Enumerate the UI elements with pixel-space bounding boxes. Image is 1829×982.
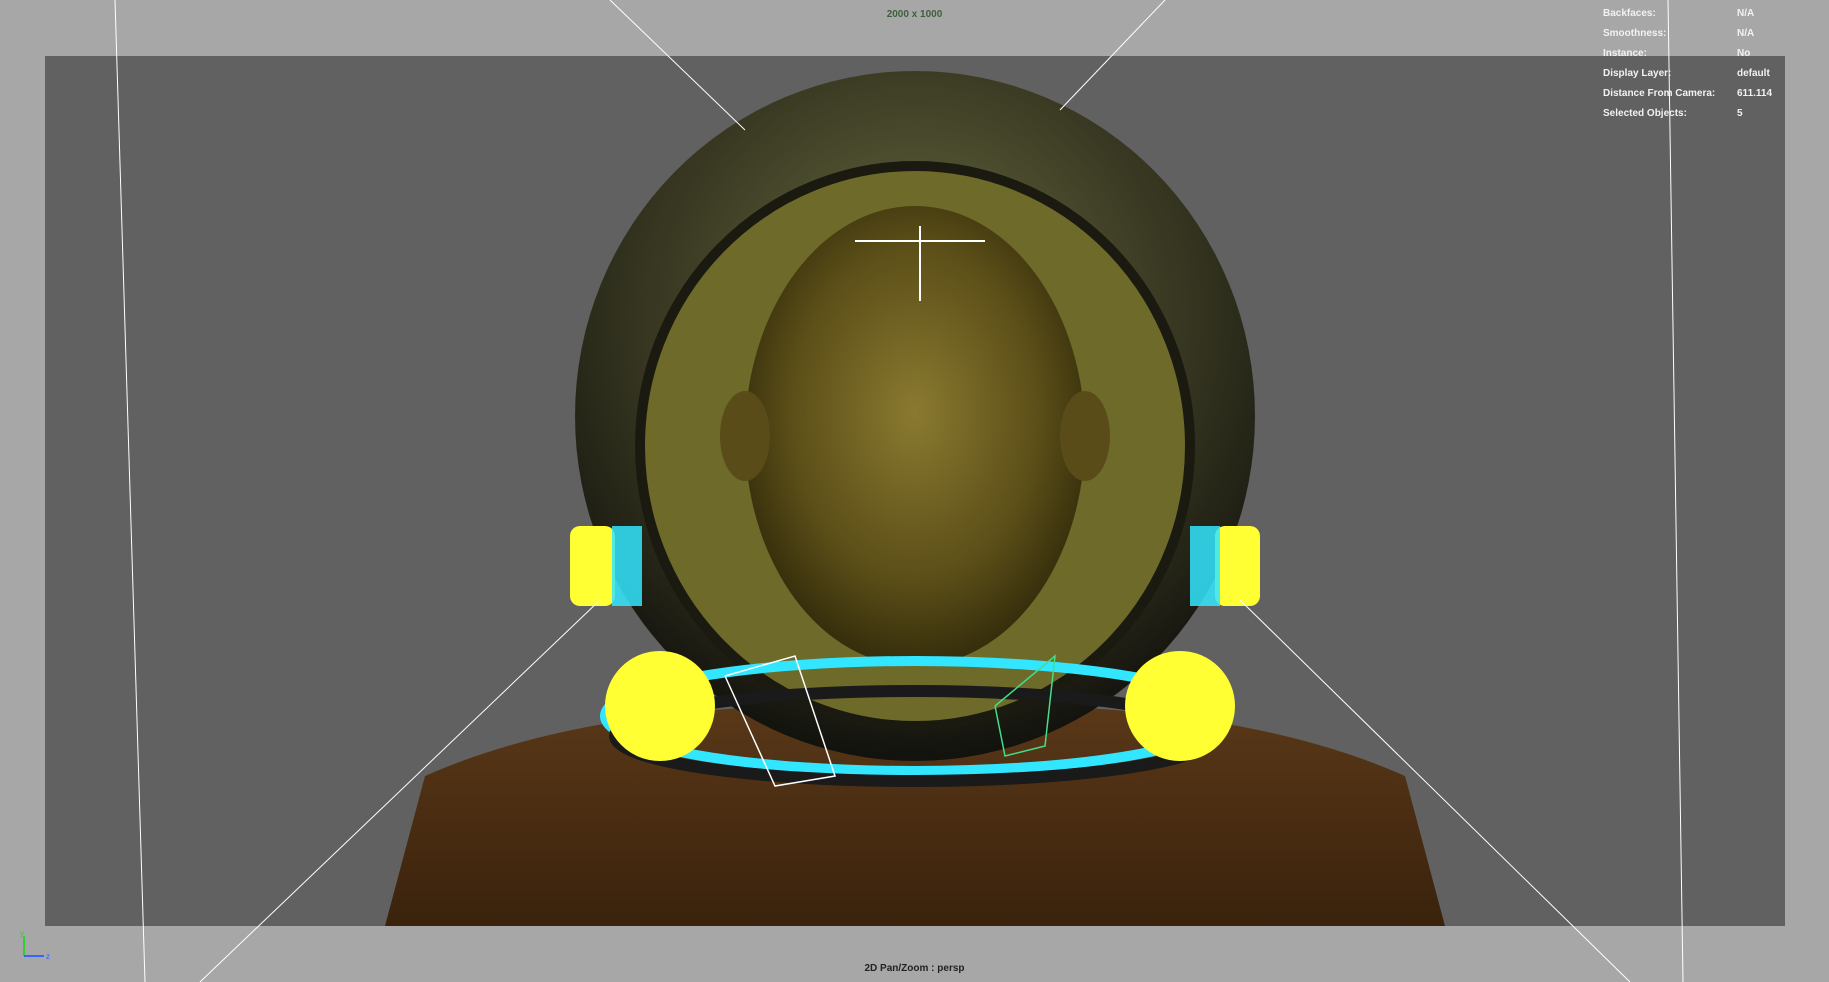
hud-key: Display Layer:: [1603, 67, 1672, 79]
hud-row-smoothness: Smoothness: N/A: [1603, 23, 1825, 43]
face: [745, 206, 1085, 666]
hud-value: default: [1737, 67, 1770, 79]
hud-row-backfaces: Backfaces: N/A: [1603, 3, 1825, 23]
pod-lower-right: [1125, 651, 1235, 761]
hud-value: No: [1737, 47, 1751, 59]
axis-gizmo-icon: y z: [20, 930, 50, 960]
hud-key: Selected Objects:: [1603, 107, 1687, 119]
axis-y-label: y: [20, 930, 24, 938]
hud-value: N/A: [1737, 27, 1755, 39]
hud-value: 5: [1737, 107, 1743, 119]
pod-upper-right: [1215, 526, 1260, 606]
hud-key: Instance:: [1603, 47, 1647, 59]
hud-row-selected-objects: Selected Objects: 5: [1603, 103, 1825, 123]
scene-render: [385, 71, 1445, 926]
hud-key: Smoothness:: [1603, 27, 1667, 39]
ear-right: [1060, 391, 1110, 481]
camera-label: 2D Pan/Zoom : persp: [864, 963, 965, 974]
axis-z-label: z: [46, 952, 50, 960]
cyan-strip-left: [612, 526, 642, 606]
cyan-strip-right: [1190, 526, 1220, 606]
resolution-gate: [45, 56, 1785, 926]
hud-info-panel: Backfaces: N/A Smoothness: N/A Instance:…: [1603, 3, 1825, 123]
hud-key: Distance From Camera:: [1603, 87, 1716, 99]
resolution-label: 2000 x 1000: [886, 9, 943, 20]
hud-row-distance: Distance From Camera: 611.114: [1603, 83, 1825, 103]
pod-upper-left: [570, 526, 615, 606]
hud-key: Backfaces:: [1603, 7, 1656, 19]
pod-lower-left: [605, 651, 715, 761]
hud-row-instance: Instance: No: [1603, 43, 1825, 63]
hud-value: N/A: [1737, 7, 1755, 19]
viewport-3d[interactable]: 2000 x 1000 2D Pan/Zoom : persp Backface…: [0, 0, 1829, 982]
hud-value: 611.114: [1737, 87, 1773, 99]
ear-left: [720, 391, 770, 481]
hud-row-display-layer: Display Layer: default: [1603, 63, 1825, 83]
